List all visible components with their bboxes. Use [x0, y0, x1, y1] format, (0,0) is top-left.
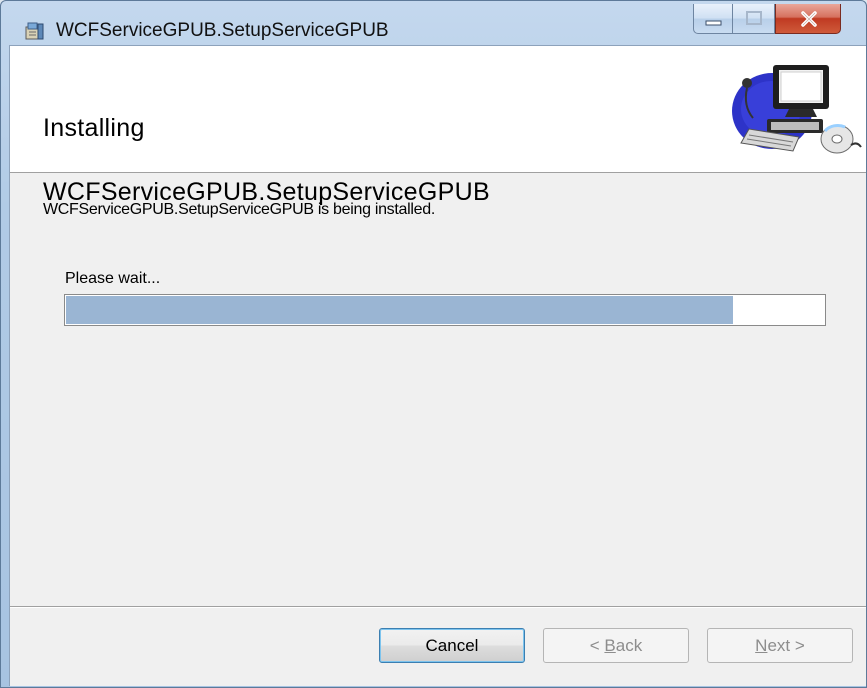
cancel-button[interactable]: Cancel: [379, 628, 525, 663]
maximize-button[interactable]: [733, 4, 775, 34]
next-arrow: >: [794, 635, 805, 655]
page-title-line-1: Installing: [43, 114, 145, 142]
progress-bar-fill: [66, 296, 733, 324]
install-status-text: WCFServiceGPUB.SetupServiceGPUB is being…: [43, 201, 435, 218]
header-banner: Installing WCFServiceGPUB.SetupServiceGP…: [10, 46, 866, 206]
back-mnemonic: B: [604, 635, 616, 655]
back-button[interactable]: < Back: [543, 628, 689, 663]
maximize-icon: [746, 11, 762, 25]
footer-separator: [10, 606, 866, 608]
next-button[interactable]: Next >: [707, 628, 853, 663]
back-label-rest: ack: [615, 635, 643, 655]
install-progress-bar: [64, 294, 826, 326]
close-icon: [801, 11, 817, 27]
installer-window: WCFServiceGPUB.SetupServiceGPUB Installi…: [0, 0, 867, 688]
minimize-button[interactable]: [693, 4, 733, 34]
next-label-rest: ext: [767, 635, 791, 655]
computer-setup-icon: [732, 65, 862, 154]
please-wait-label: Please wait...: [65, 270, 161, 287]
dialog-body: Installing WCFServiceGPUB.SetupServiceGP…: [9, 45, 866, 686]
installer-package-icon[interactable]: [25, 21, 45, 41]
cancel-button-label: Cancel: [425, 635, 479, 655]
next-mnemonic: N: [755, 635, 768, 655]
close-button[interactable]: [775, 4, 841, 34]
title-bar[interactable]: WCFServiceGPUB.SetupServiceGPUB: [1, 1, 866, 47]
back-arrow: <: [589, 635, 600, 655]
window-title: WCFServiceGPUB.SetupServiceGPUB: [56, 20, 389, 41]
minimize-icon: [705, 20, 722, 26]
